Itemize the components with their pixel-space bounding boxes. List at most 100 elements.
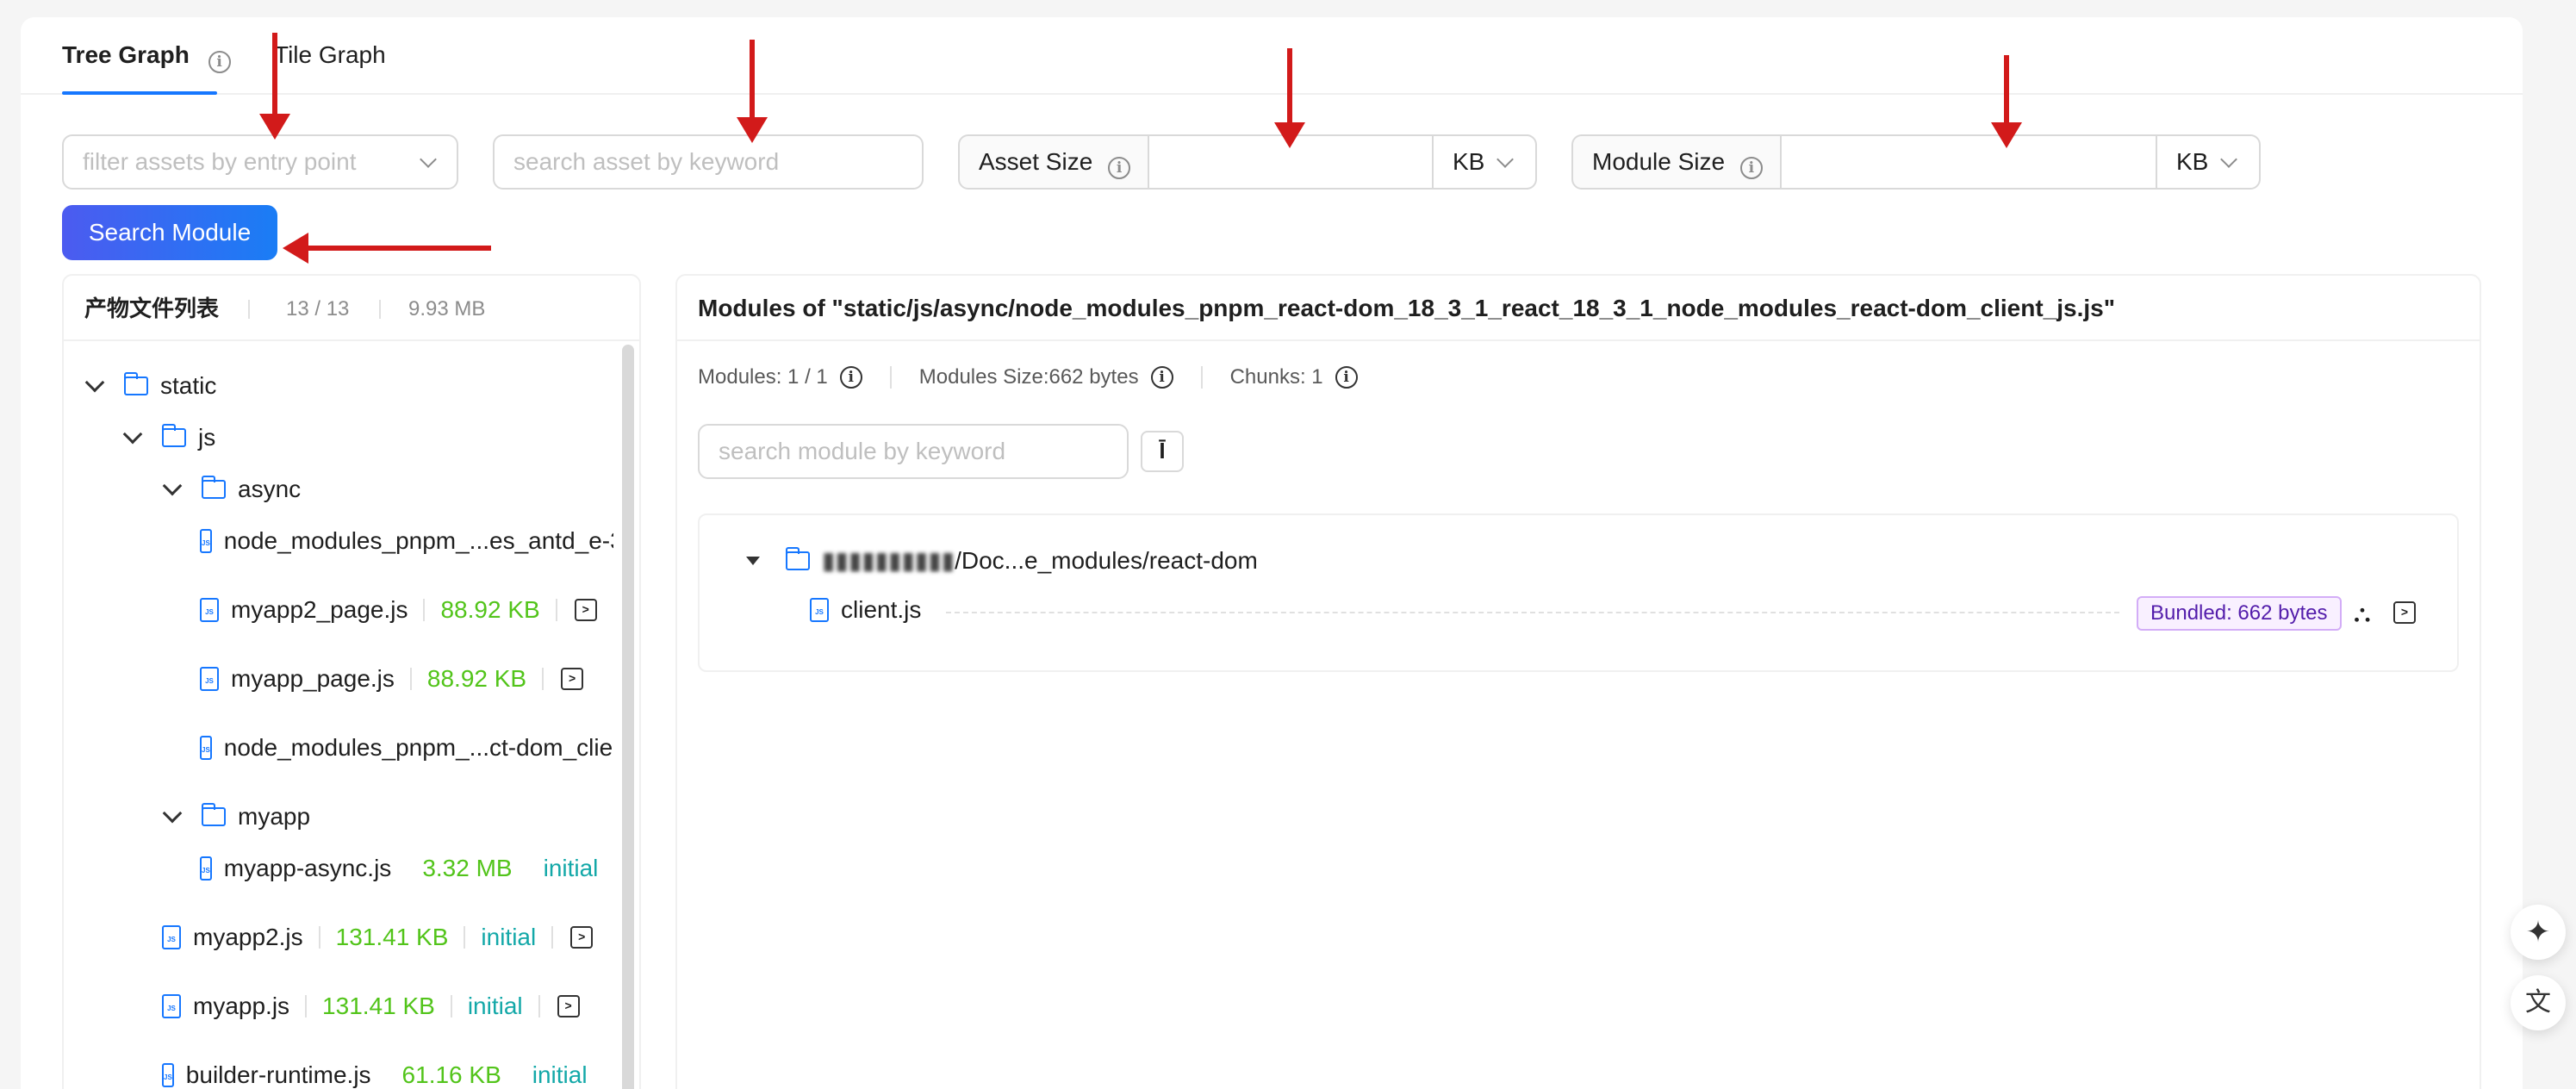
asset-total-size: 9.93 MB bbox=[408, 297, 486, 320]
asset-count: 13 / 13 bbox=[286, 297, 350, 320]
initial-tag: initial bbox=[543, 855, 599, 881]
tree-file-antd[interactable]: JS node_modules_pnpm_...es_antd_e-3 bbox=[200, 526, 613, 557]
js-file-icon: JS bbox=[162, 1063, 174, 1087]
tree-file-myapp-page[interactable]: JS myapp_page.js 88.92 KB > bbox=[200, 663, 584, 694]
js-file-icon: JS bbox=[810, 598, 829, 622]
tree-folder-myapp[interactable]: myapp bbox=[162, 801, 310, 832]
modules-count: Modules: 1 / 1 bbox=[698, 365, 828, 389]
initial-tag: initial bbox=[481, 924, 537, 950]
asset-size: 88.92 KB bbox=[426, 665, 527, 692]
module-size-unit-select[interactable]: KB bbox=[2156, 134, 2261, 190]
code-terminal-icon[interactable]: > bbox=[574, 599, 597, 621]
asset-size: 88.92 KB bbox=[440, 596, 540, 623]
tree-node-label: myapp-async.js bbox=[223, 855, 392, 881]
folder-open-icon bbox=[786, 547, 810, 570]
tab-tile-graph[interactable]: Tile Graph bbox=[274, 40, 386, 71]
expand-icon: Ī bbox=[1159, 438, 1166, 464]
asset-size: 131.41 KB bbox=[322, 993, 435, 1019]
divider bbox=[248, 300, 250, 319]
tree-node-label: myapp2_page.js bbox=[231, 596, 408, 623]
chevron-down-icon bbox=[162, 476, 183, 496]
divider bbox=[538, 995, 540, 1017]
module-size-unit: KB bbox=[2176, 148, 2209, 175]
module-tree-box bbox=[698, 513, 2459, 672]
tree-node-label: node_modules_pnpm_...ct-dom_clien bbox=[223, 734, 613, 761]
tree-folder-async[interactable]: async bbox=[162, 474, 301, 505]
divider bbox=[379, 300, 381, 319]
chevron-down-icon bbox=[84, 372, 105, 393]
asset-list-header: 产物文件列表 13 / 13 9.93 MB bbox=[64, 276, 639, 341]
module-size-label-text: Module Size bbox=[1592, 148, 1726, 175]
search-module-button[interactable]: Search Module bbox=[62, 205, 277, 260]
dependency-graph-icon[interactable]: ⛬ bbox=[2354, 600, 2371, 627]
code-terminal-icon[interactable]: > bbox=[2393, 601, 2416, 624]
code-terminal-icon[interactable]: > bbox=[561, 668, 584, 690]
asset-size: 3.32 MB bbox=[422, 855, 513, 881]
asset-size: 61.16 KB bbox=[401, 1061, 501, 1088]
tree-file-myapp2-page[interactable]: JS myapp2_page.js 88.92 KB > bbox=[200, 594, 597, 625]
tree-file-react-dom-client[interactable]: JS node_modules_pnpm_...ct-dom_clien bbox=[200, 732, 613, 763]
divider bbox=[305, 995, 308, 1017]
folder-open-icon bbox=[202, 476, 226, 499]
info-icon[interactable]: i bbox=[208, 51, 231, 73]
divider bbox=[318, 926, 320, 949]
chevron-down-icon bbox=[2220, 151, 2237, 168]
module-size-input[interactable] bbox=[1780, 134, 2157, 190]
annotation-arrow bbox=[283, 233, 491, 264]
js-file-icon: JS bbox=[200, 856, 212, 881]
annotation-arrow bbox=[1274, 48, 1305, 148]
asset-size-label: Asset Size i bbox=[958, 134, 1149, 190]
module-folder-path: /Doc...e_modules/react-dom bbox=[955, 547, 1258, 574]
tree-folder-js[interactable]: js bbox=[122, 422, 215, 453]
asset-keyword-input[interactable]: search asset by keyword bbox=[493, 134, 924, 190]
expand-all-button[interactable]: Ī bbox=[1141, 431, 1184, 472]
code-terminal-icon[interactable]: > bbox=[557, 995, 580, 1017]
module-search-input[interactable]: search module by keyword bbox=[698, 424, 1129, 479]
dotted-leader bbox=[946, 612, 2119, 613]
divider bbox=[542, 668, 544, 690]
asset-list-title: 产物文件列表 bbox=[84, 296, 220, 321]
module-folder-react-dom[interactable]: ▮▮▮▮▮▮▮▮▮▮ /Doc...e_modules/react-dom bbox=[746, 545, 1258, 576]
js-file-icon: JS bbox=[200, 598, 219, 622]
tree-file-builder-runtime[interactable]: JS builder-runtime.js 61.16 KB initial > bbox=[162, 1060, 619, 1089]
tree-node-label: node_modules_pnpm_...es_antd_e-3 bbox=[223, 527, 613, 554]
entry-point-select[interactable]: filter assets by entry point bbox=[62, 134, 458, 190]
divider bbox=[450, 995, 452, 1017]
info-icon[interactable]: i bbox=[1150, 366, 1173, 389]
tab-tree-graph-label: Tree Graph bbox=[62, 41, 190, 68]
tree-file-myapp2[interactable]: JS myapp2.js 131.41 KB initial > bbox=[162, 922, 594, 953]
bundled-size-badge: Bundled: 662 bytes bbox=[2137, 596, 2342, 631]
tree-file-myapp-async[interactable]: JS myapp-async.js 3.32 MB initial > bbox=[200, 853, 613, 884]
chevron-down-icon bbox=[122, 424, 143, 445]
sparkle-icon[interactable]: ✦ bbox=[2511, 905, 2566, 960]
tree-folder-static[interactable]: static bbox=[84, 370, 216, 401]
annotation-arrow bbox=[737, 40, 768, 143]
module-file-client[interactable]: JS client.js bbox=[810, 594, 921, 625]
info-icon[interactable]: i bbox=[839, 366, 862, 389]
asset-list-scrollbar[interactable] bbox=[622, 345, 634, 1089]
info-icon[interactable]: i bbox=[1335, 366, 1358, 389]
translate-icon[interactable]: 文 bbox=[2511, 975, 2566, 1030]
annotation-arrow bbox=[1991, 55, 2022, 148]
tree-node-label: myapp2.js bbox=[193, 924, 303, 950]
modules-size: Modules Size:662 bytes bbox=[918, 365, 1139, 389]
info-icon[interactable]: i bbox=[1739, 157, 1763, 179]
asset-keyword-placeholder: search asset by keyword bbox=[513, 148, 780, 175]
modules-panel-header: Modules of "static/js/async/node_modules… bbox=[677, 276, 2480, 341]
folder-open-icon bbox=[162, 424, 186, 447]
tree-file-myapp[interactable]: JS myapp.js 131.41 KB initial > bbox=[162, 991, 580, 1022]
asset-size-unit-select[interactable]: KB bbox=[1432, 134, 1537, 190]
module-size-label: Module Size i bbox=[1571, 134, 1782, 190]
code-terminal-icon[interactable]: > bbox=[570, 926, 594, 949]
tab-tree-graph[interactable]: Tree Graph i bbox=[62, 40, 231, 73]
chunks-count: Chunks: 1 bbox=[1229, 365, 1323, 389]
divider bbox=[409, 668, 412, 690]
blurred-path: ▮▮▮▮▮▮▮▮▮▮ bbox=[822, 547, 955, 574]
js-file-icon: JS bbox=[200, 529, 212, 553]
divider bbox=[889, 366, 892, 389]
js-file-icon: JS bbox=[200, 736, 212, 760]
asset-size: 131.41 KB bbox=[335, 924, 449, 950]
caret-down-icon bbox=[746, 557, 760, 565]
info-icon[interactable]: i bbox=[1108, 157, 1131, 179]
folder-open-icon bbox=[202, 803, 226, 826]
